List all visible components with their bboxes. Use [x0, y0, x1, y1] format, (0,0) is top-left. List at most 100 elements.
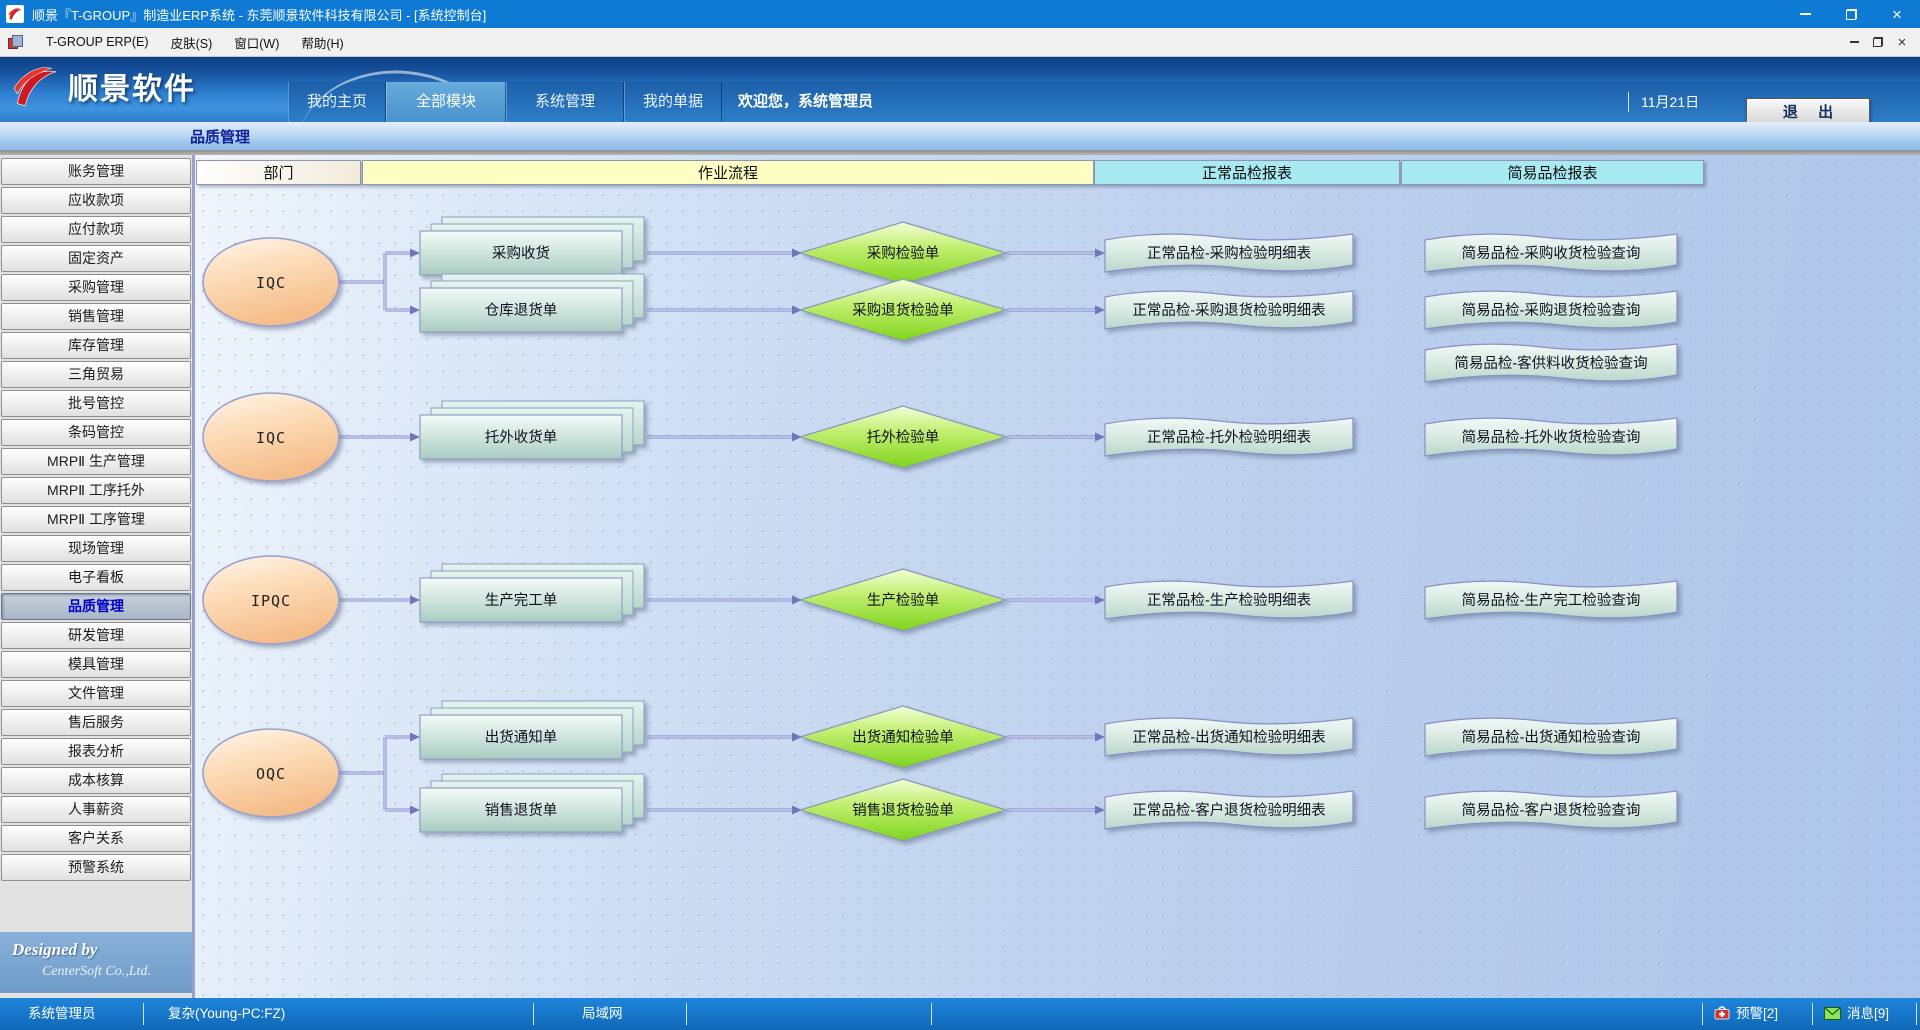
exit-button[interactable]: 退 出	[1746, 98, 1870, 122]
sidebar-item[interactable]: 批号管控	[1, 390, 191, 417]
flow-normal-report[interactable]: 正常品检-生产检验明细表	[1105, 581, 1353, 619]
alert-icon	[1714, 1000, 1730, 1030]
nav-tab[interactable]: 我的单据	[624, 82, 722, 122]
window-controls: ×	[1782, 0, 1920, 28]
menu-item[interactable]: 皮肤(S)	[160, 28, 224, 56]
status-network: 局域网	[582, 998, 623, 1030]
sidebar-item[interactable]: 采购管理	[1, 274, 191, 301]
svg-text:采购检验单: 采购检验单	[867, 245, 940, 262]
sidebar-item[interactable]: 售后服务	[1, 709, 191, 736]
flow-inspection-diamond[interactable]: 采购检验单	[800, 222, 1006, 284]
sidebar-item[interactable]: MRPⅡ 工序托外	[1, 477, 191, 504]
flow-inspection-diamond[interactable]: 托外检验单	[800, 406, 1006, 468]
sidebar-item[interactable]: 人事薪资	[1, 796, 191, 823]
flow-dept-ellipse[interactable]: OQC	[203, 729, 339, 817]
shunjing-logo-icon	[12, 64, 58, 108]
flow-simple-report[interactable]: 简易品检-托外收货检验查询	[1425, 418, 1677, 456]
flow-simple-report[interactable]: 简易品检-采购退货检验查询	[1425, 291, 1677, 329]
svg-text:正常品检-采购退货检验明细表: 正常品检-采购退货检验明细表	[1132, 302, 1326, 319]
flow-normal-report[interactable]: 正常品检-采购退货检验明细表	[1105, 291, 1353, 329]
sidebar-item[interactable]: 应付款项	[1, 216, 191, 243]
menubar: T-GROUP ERP(E)皮肤(S)窗口(W)帮助(H) ×	[0, 28, 1920, 57]
flow-process-box[interactable]: 仓库退货单	[420, 274, 644, 332]
menu-item[interactable]: T-GROUP ERP(E)	[35, 28, 160, 56]
flow-normal-report[interactable]: 正常品检-客户退货检验明细表	[1105, 791, 1353, 829]
minimize-icon[interactable]	[1782, 0, 1828, 28]
status-messages[interactable]: 消息[9]	[1824, 998, 1889, 1030]
flow-process-box[interactable]: 出货通知单	[420, 701, 644, 759]
sidebar-item[interactable]: 品质管理	[1, 593, 191, 620]
sidebar-item[interactable]: 成本核算	[1, 767, 191, 794]
sidebar-item[interactable]: MRPⅡ 生产管理	[1, 448, 191, 475]
sidebar-item[interactable]: 报表分析	[1, 738, 191, 765]
sidebar-item[interactable]: MRPⅡ 工序管理	[1, 506, 191, 533]
statusbar-separator	[1812, 1003, 1813, 1025]
flow-normal-report[interactable]: 正常品检-采购检验明细表	[1105, 234, 1353, 272]
brand-logo: 顺景软件	[12, 64, 196, 108]
svg-text:简易品检-出货通知检验查询: 简易品检-出货通知检验查询	[1462, 729, 1641, 746]
sidebar-item[interactable]: 客户关系	[1, 825, 191, 852]
menu-app-icon	[8, 35, 23, 49]
statusbar-separator	[931, 1003, 932, 1025]
sidebar-item[interactable]: 预警系统	[1, 854, 191, 881]
mdi-close-icon[interactable]: ×	[1890, 35, 1914, 50]
flow-process-box[interactable]: 托外收货单	[420, 401, 644, 459]
flow-normal-report[interactable]: 正常品检-出货通知检验明细表	[1105, 718, 1353, 756]
svg-text:生产检验单: 生产检验单	[867, 592, 940, 609]
sidebar-item[interactable]: 电子看板	[1, 564, 191, 591]
sidebar-item[interactable]: 文件管理	[1, 680, 191, 707]
sidebar-item[interactable]: 三角贸易	[1, 361, 191, 388]
flow-process-box[interactable]: 销售退货单	[420, 774, 644, 832]
svg-text:正常品检-生产检验明细表: 正常品检-生产检验明细表	[1147, 592, 1312, 609]
message-icon	[1824, 1000, 1841, 1030]
svg-text:简易品检-采购退货检验查询: 简易品检-采购退货检验查询	[1462, 302, 1641, 319]
sidebar-item[interactable]: 现场管理	[1, 535, 191, 562]
menu-item[interactable]: 窗口(W)	[223, 28, 290, 56]
sidebar-item[interactable]: 销售管理	[1, 303, 191, 330]
flow-dept-ellipse[interactable]: IPQC	[203, 556, 339, 644]
flow-simple-report[interactable]: 简易品检-采购收货检验查询	[1425, 234, 1677, 272]
sidebar-item[interactable]: 固定资产	[1, 245, 191, 272]
svg-text:OQC: OQC	[256, 765, 286, 783]
flow-inspection-diamond[interactable]: 生产检验单	[800, 569, 1006, 631]
designed-by-line2: CenterSoft Co.,Ltd.	[42, 964, 192, 980]
erp-window: 顺景『T-GROUP』制造业ERP系统 - 东莞顺景软件科技有限公司 - [系统…	[0, 0, 1920, 1030]
flow-inspection-diamond[interactable]: 销售退货检验单	[800, 779, 1006, 841]
sidebar-item[interactable]: 库存管理	[1, 332, 191, 359]
flow-process-box[interactable]: 采购收货	[420, 217, 644, 275]
mdi-minimize-icon[interactable]	[1842, 41, 1866, 43]
date-text: 11月21日	[1628, 92, 1699, 112]
svg-text:销售退货单: 销售退货单	[485, 802, 558, 819]
flow-inspection-diamond[interactable]: 出货通知检验单	[800, 706, 1006, 768]
svg-text:生产完工单: 生产完工单	[485, 592, 558, 609]
flow-normal-report[interactable]: 正常品检-托外检验明细表	[1105, 418, 1353, 456]
app-icon	[6, 5, 24, 23]
flow-process-box[interactable]: 生产完工单	[420, 564, 644, 622]
close-icon[interactable]: ×	[1874, 0, 1920, 28]
menu-item[interactable]: 帮助(H)	[290, 28, 354, 56]
menu-items: T-GROUP ERP(E)皮肤(S)窗口(W)帮助(H)	[35, 28, 355, 56]
sidebar-item[interactable]: 研发管理	[1, 622, 191, 649]
sidebar-item[interactable]: 模具管理	[1, 651, 191, 678]
nav-tab[interactable]: 系统管理	[506, 82, 624, 122]
nav-tab[interactable]: 全部模块	[386, 82, 506, 122]
statusbar-separator	[143, 1003, 144, 1025]
mdi-restore-icon[interactable]	[1866, 37, 1890, 47]
flow-simple-report[interactable]: 简易品检-生产完工检验查询	[1425, 581, 1677, 619]
sidebar-item[interactable]: 条码管控	[1, 419, 191, 446]
nav-tab[interactable]: 我的主页	[288, 82, 386, 122]
flow-dept-ellipse[interactable]: IQC	[203, 393, 339, 481]
status-alerts[interactable]: 预警[2]	[1714, 998, 1778, 1030]
restore-icon[interactable]	[1828, 0, 1874, 28]
flow-simple-report[interactable]: 简易品检-出货通知检验查询	[1425, 718, 1677, 756]
flow-inspection-diamond[interactable]: 采购退货检验单	[800, 279, 1006, 341]
statusbar-separator	[533, 1003, 534, 1025]
flow-simple-report[interactable]: 简易品检-客户退货检验查询	[1425, 791, 1677, 829]
flow-dept-ellipse[interactable]: IQC	[203, 238, 339, 326]
statusbar-separator	[1916, 1003, 1917, 1025]
svg-text:IQC: IQC	[256, 429, 286, 447]
sidebar-item[interactable]: 账务管理	[1, 158, 191, 185]
svg-text:仓库退货单: 仓库退货单	[485, 302, 558, 319]
flow-simple-report[interactable]: 简易品检-客供料收货检验查询	[1425, 344, 1677, 382]
sidebar-item[interactable]: 应收款项	[1, 187, 191, 214]
